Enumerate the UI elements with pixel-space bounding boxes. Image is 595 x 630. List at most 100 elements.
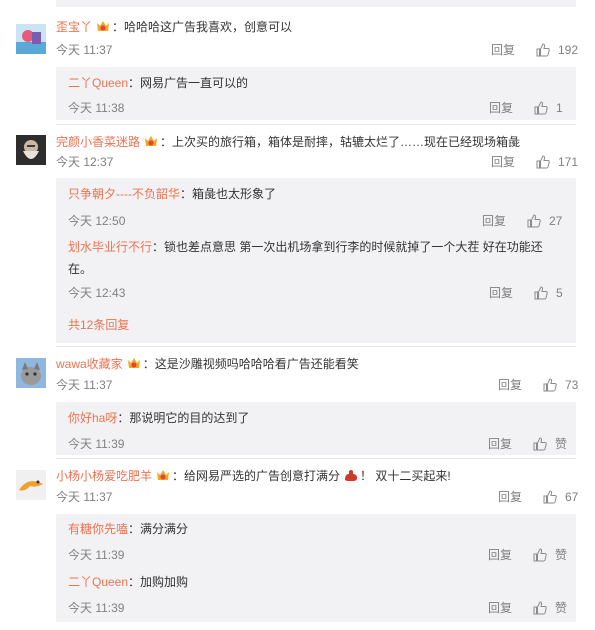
username[interactable]: 小杨小杨爱吃肥羊: [56, 469, 152, 483]
like-button[interactable]: 73: [543, 377, 578, 393]
like-button[interactable]: 192: [536, 42, 578, 58]
like-button[interactable]: 67: [543, 489, 578, 505]
thumbs-up-icon: [533, 548, 547, 562]
reply-text: 满分满分: [140, 522, 189, 536]
reply-item: 你好ha呀：那说明它的目的达到了 今天 11:39 回复 赞: [68, 411, 568, 451]
like-count: 5: [556, 286, 563, 300]
comment-line: wawa收藏家 ：这是沙雕视频吗哈哈哈看广告还能看笑: [56, 357, 359, 371]
timestamp: 今天 11:37: [56, 490, 113, 504]
comment-text: 这是沙雕视频吗哈哈哈看广告还能看笑: [154, 357, 359, 371]
reply-button[interactable]: 回复: [489, 285, 513, 301]
comment-line: 小杨小杨爱吃肥羊 ：给网易严选的广告创意打满分！ 双十二买起来!: [56, 469, 451, 483]
timestamp: 今天 11:39: [68, 437, 125, 451]
reply-button[interactable]: 回复: [491, 42, 515, 58]
divider: [56, 346, 576, 347]
reply-item: 只争朝夕----不负韶华：箱彘也太形象了 今天 12:50 回复 27: [68, 187, 563, 228]
reply-box: 只争朝夕----不负韶华：箱彘也太形象了 今天 12:50 回复 27 划水毕业…: [56, 178, 576, 343]
reply-button[interactable]: 回复: [498, 489, 522, 505]
reply-meta: 今天 11:39 回复 赞: [68, 547, 567, 563]
reply-item: 划水毕业行不行：锁也差点意思 第一次出机场拿到行李的时候就掉了一个大茬 好在功能…: [68, 240, 563, 300]
avatar[interactable]: [16, 24, 46, 54]
like-count: 赞: [555, 601, 568, 615]
reply-button[interactable]: 回复: [491, 154, 515, 170]
reply-text: 网易广告一直可以的: [140, 76, 249, 90]
comment-line: 歪宝丫 ：哈哈哈这广告我喜欢，创意可以: [56, 20, 293, 34]
like-count: 27: [549, 214, 563, 228]
like-button[interactable]: 赞: [533, 547, 567, 563]
comment-meta: 今天 12:37 回复 171: [56, 154, 578, 170]
comment-text-tail: ！ 双十二买起来!: [360, 469, 451, 483]
reply-button[interactable]: 回复: [488, 436, 512, 452]
thumbs-up-icon: [543, 378, 557, 392]
username[interactable]: 歪宝丫: [56, 20, 92, 34]
reply-username[interactable]: 你好ha呀: [68, 411, 117, 425]
reply-button[interactable]: 回复: [498, 377, 522, 393]
vip-badge-icon: [145, 136, 158, 146]
like-button[interactable]: 27: [527, 213, 562, 229]
reply-username[interactable]: 只争朝夕----不负韶华: [68, 187, 180, 201]
reply-username[interactable]: 二丫Queen: [68, 575, 128, 589]
divider: [56, 124, 576, 125]
comment-text: 上次买的旅行箱，箱体是耐摔，轱辘太烂了……现在已经现场箱彘: [172, 135, 521, 149]
reply-username[interactable]: 有糖你先嗑: [68, 522, 128, 536]
timestamp: 今天 11:37: [56, 43, 113, 57]
reply-button[interactable]: 回复: [482, 213, 506, 229]
reply-item: 二丫Queen：网易广告一直可以的 今天 11:38 回复 1: [68, 76, 563, 115]
comment-text: 给网易严选的广告创意打满分: [184, 469, 341, 483]
like-count: 赞: [555, 548, 568, 562]
more-replies-link[interactable]: 共12条回复: [68, 317, 129, 333]
like-button[interactable]: 赞: [533, 436, 567, 452]
like-button[interactable]: 赞: [533, 600, 567, 616]
reply-button[interactable]: 回复: [489, 100, 513, 116]
reply-item: 有糖你先嗑：满分满分 今天 11:39 回复 赞: [68, 522, 568, 562]
like-count: 73: [565, 378, 579, 392]
reply-item: 二丫Queen：加购加购 今天 11:39 回复 赞: [68, 575, 568, 615]
timestamp: 今天 11:38: [68, 101, 125, 115]
reply-meta: 今天 11:39 回复 赞: [68, 436, 567, 452]
reply-username[interactable]: 划水毕业行不行: [68, 240, 152, 254]
thumbs-up-icon: [536, 155, 550, 169]
thumbs-up-icon: [534, 286, 548, 300]
comment-line: 完颜小香菜迷路 ：上次买的旅行箱，箱体是耐摔，轱辘太烂了……现在已经现场箱彘: [56, 135, 521, 149]
reply-username[interactable]: 二丫Queen: [68, 76, 128, 90]
timestamp: 今天 12:37: [56, 155, 114, 169]
comment-meta: 今天 11:37 回复 73: [56, 377, 578, 393]
like-count: 171: [558, 155, 579, 169]
reply-text: 箱彘也太形象了: [192, 187, 277, 201]
vip-badge-icon: [97, 21, 110, 31]
like-count: 192: [558, 43, 579, 57]
reply-text: 那说明它的目的达到了: [129, 411, 250, 425]
comment-meta: 今天 11:37 回复 192: [56, 42, 578, 58]
comment-meta: 今天 11:37 回复 67: [56, 489, 578, 505]
reply-meta: 今天 11:38 回复 1: [68, 100, 564, 116]
timestamp: 今天 11:37: [56, 378, 113, 392]
avatar[interactable]: [16, 135, 46, 165]
like-count: 赞: [555, 437, 568, 451]
reply-button[interactable]: 回复: [488, 547, 512, 563]
thumbs-up-icon: [527, 214, 541, 228]
comment-text: 哈哈哈这广告我喜欢，创意可以: [124, 20, 293, 34]
divider: [56, 458, 576, 459]
like-count: 1: [556, 101, 563, 115]
timestamp: 今天 12:43: [68, 286, 126, 300]
username[interactable]: wawa收藏家: [56, 357, 123, 371]
like-button[interactable]: 5: [534, 285, 563, 301]
reply-meta: 今天 12:50 回复 27: [68, 213, 564, 229]
thumbs-up-icon: [533, 601, 547, 615]
like-button[interactable]: 171: [536, 154, 578, 170]
thumbs-up-icon: [534, 101, 548, 115]
username[interactable]: 完颜小香菜迷路: [56, 135, 140, 149]
timestamp: 今天 11:39: [68, 601, 125, 615]
avatar[interactable]: [16, 470, 46, 500]
thumbs-up-icon: [536, 43, 550, 57]
like-button[interactable]: 1: [534, 100, 563, 116]
reply-box: 二丫Queen：网易广告一直可以的 今天 11:38 回复 1: [56, 67, 576, 120]
muscle-emoji-icon: [345, 470, 358, 481]
thumbs-up-icon: [533, 437, 547, 451]
like-count: 67: [565, 490, 579, 504]
reply-button[interactable]: 回复: [488, 600, 512, 616]
reply-box: 你好ha呀：那说明它的目的达到了 今天 11:39 回复 赞: [56, 402, 576, 455]
avatar[interactable]: [16, 358, 46, 388]
vip-badge-icon: [127, 358, 140, 368]
vip-badge-icon: [157, 470, 170, 480]
